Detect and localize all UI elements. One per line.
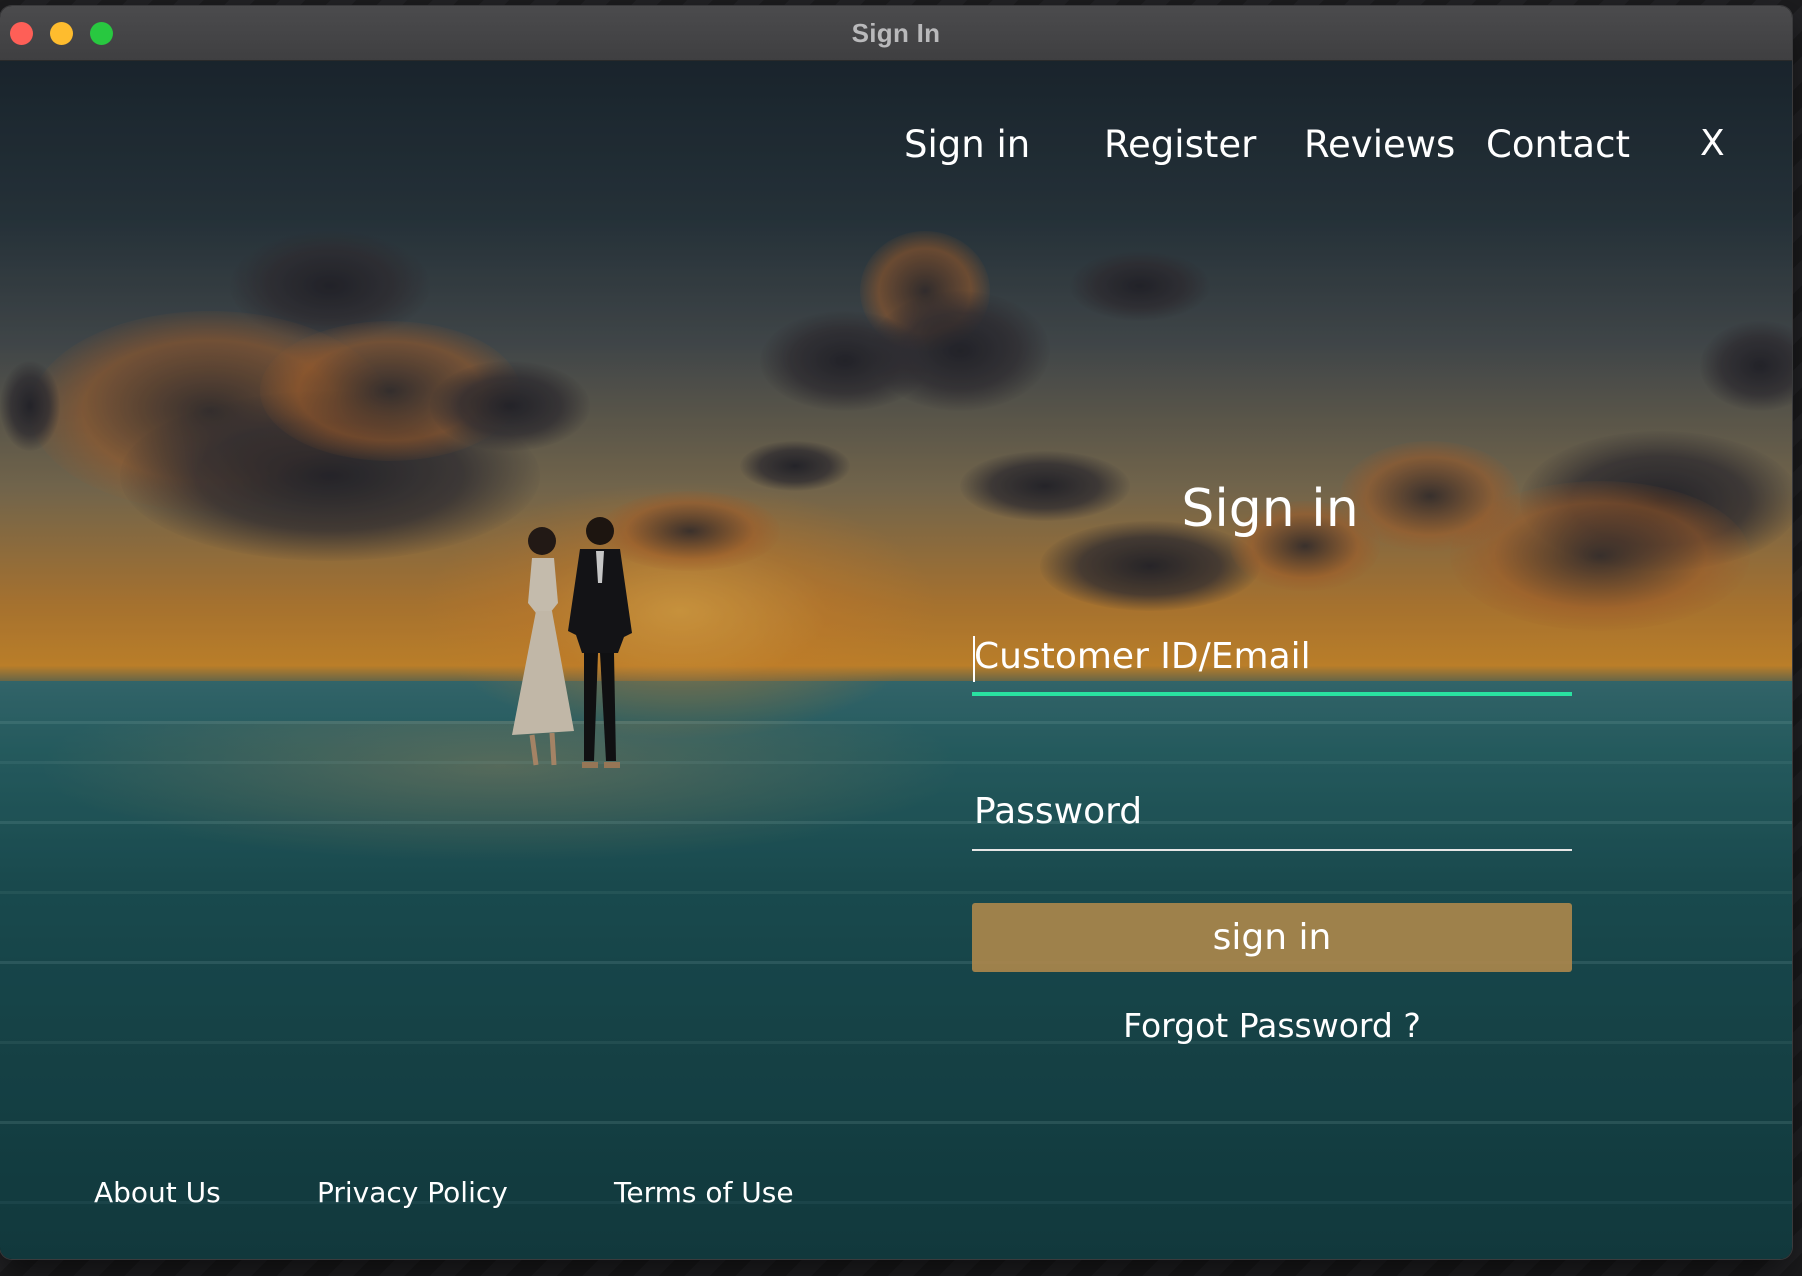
maximize-window-button[interactable] (90, 22, 113, 45)
window-title: Sign In (851, 17, 941, 48)
nav-sign-in[interactable]: Sign in (904, 123, 1030, 166)
sign-in-heading: Sign in (1181, 479, 1359, 539)
nav-reviews[interactable]: Reviews (1304, 123, 1455, 166)
top-nav: Sign in Register Reviews Contact X (0, 123, 1792, 183)
text-caret (973, 636, 975, 682)
password-field-wrapper (972, 781, 1572, 851)
footer-terms-link[interactable]: Terms of Use (614, 1176, 794, 1209)
window-controls (10, 22, 113, 45)
page-content: Sign in Register Reviews Contact X Sign … (0, 61, 1792, 1259)
footer-privacy-link[interactable]: Privacy Policy (317, 1176, 508, 1209)
sign-in-button[interactable]: sign in (972, 903, 1572, 972)
password-field[interactable] (972, 781, 1572, 841)
minimize-window-button[interactable] (50, 22, 73, 45)
email-field-wrapper (972, 626, 1572, 696)
app-window: Sign In Sign in Register Reviews Contact… (0, 6, 1792, 1259)
nav-contact[interactable]: Contact (1486, 123, 1630, 166)
password-underline (972, 849, 1572, 851)
email-field[interactable] (972, 626, 1572, 686)
close-window-button[interactable] (10, 22, 33, 45)
close-icon[interactable]: X (1700, 123, 1725, 164)
forgot-password-link[interactable]: Forgot Password ? (1072, 1006, 1472, 1045)
title-bar: Sign In (0, 6, 1792, 61)
footer-about-link[interactable]: About Us (94, 1176, 221, 1209)
email-underline (972, 692, 1572, 696)
nav-register[interactable]: Register (1104, 123, 1256, 166)
